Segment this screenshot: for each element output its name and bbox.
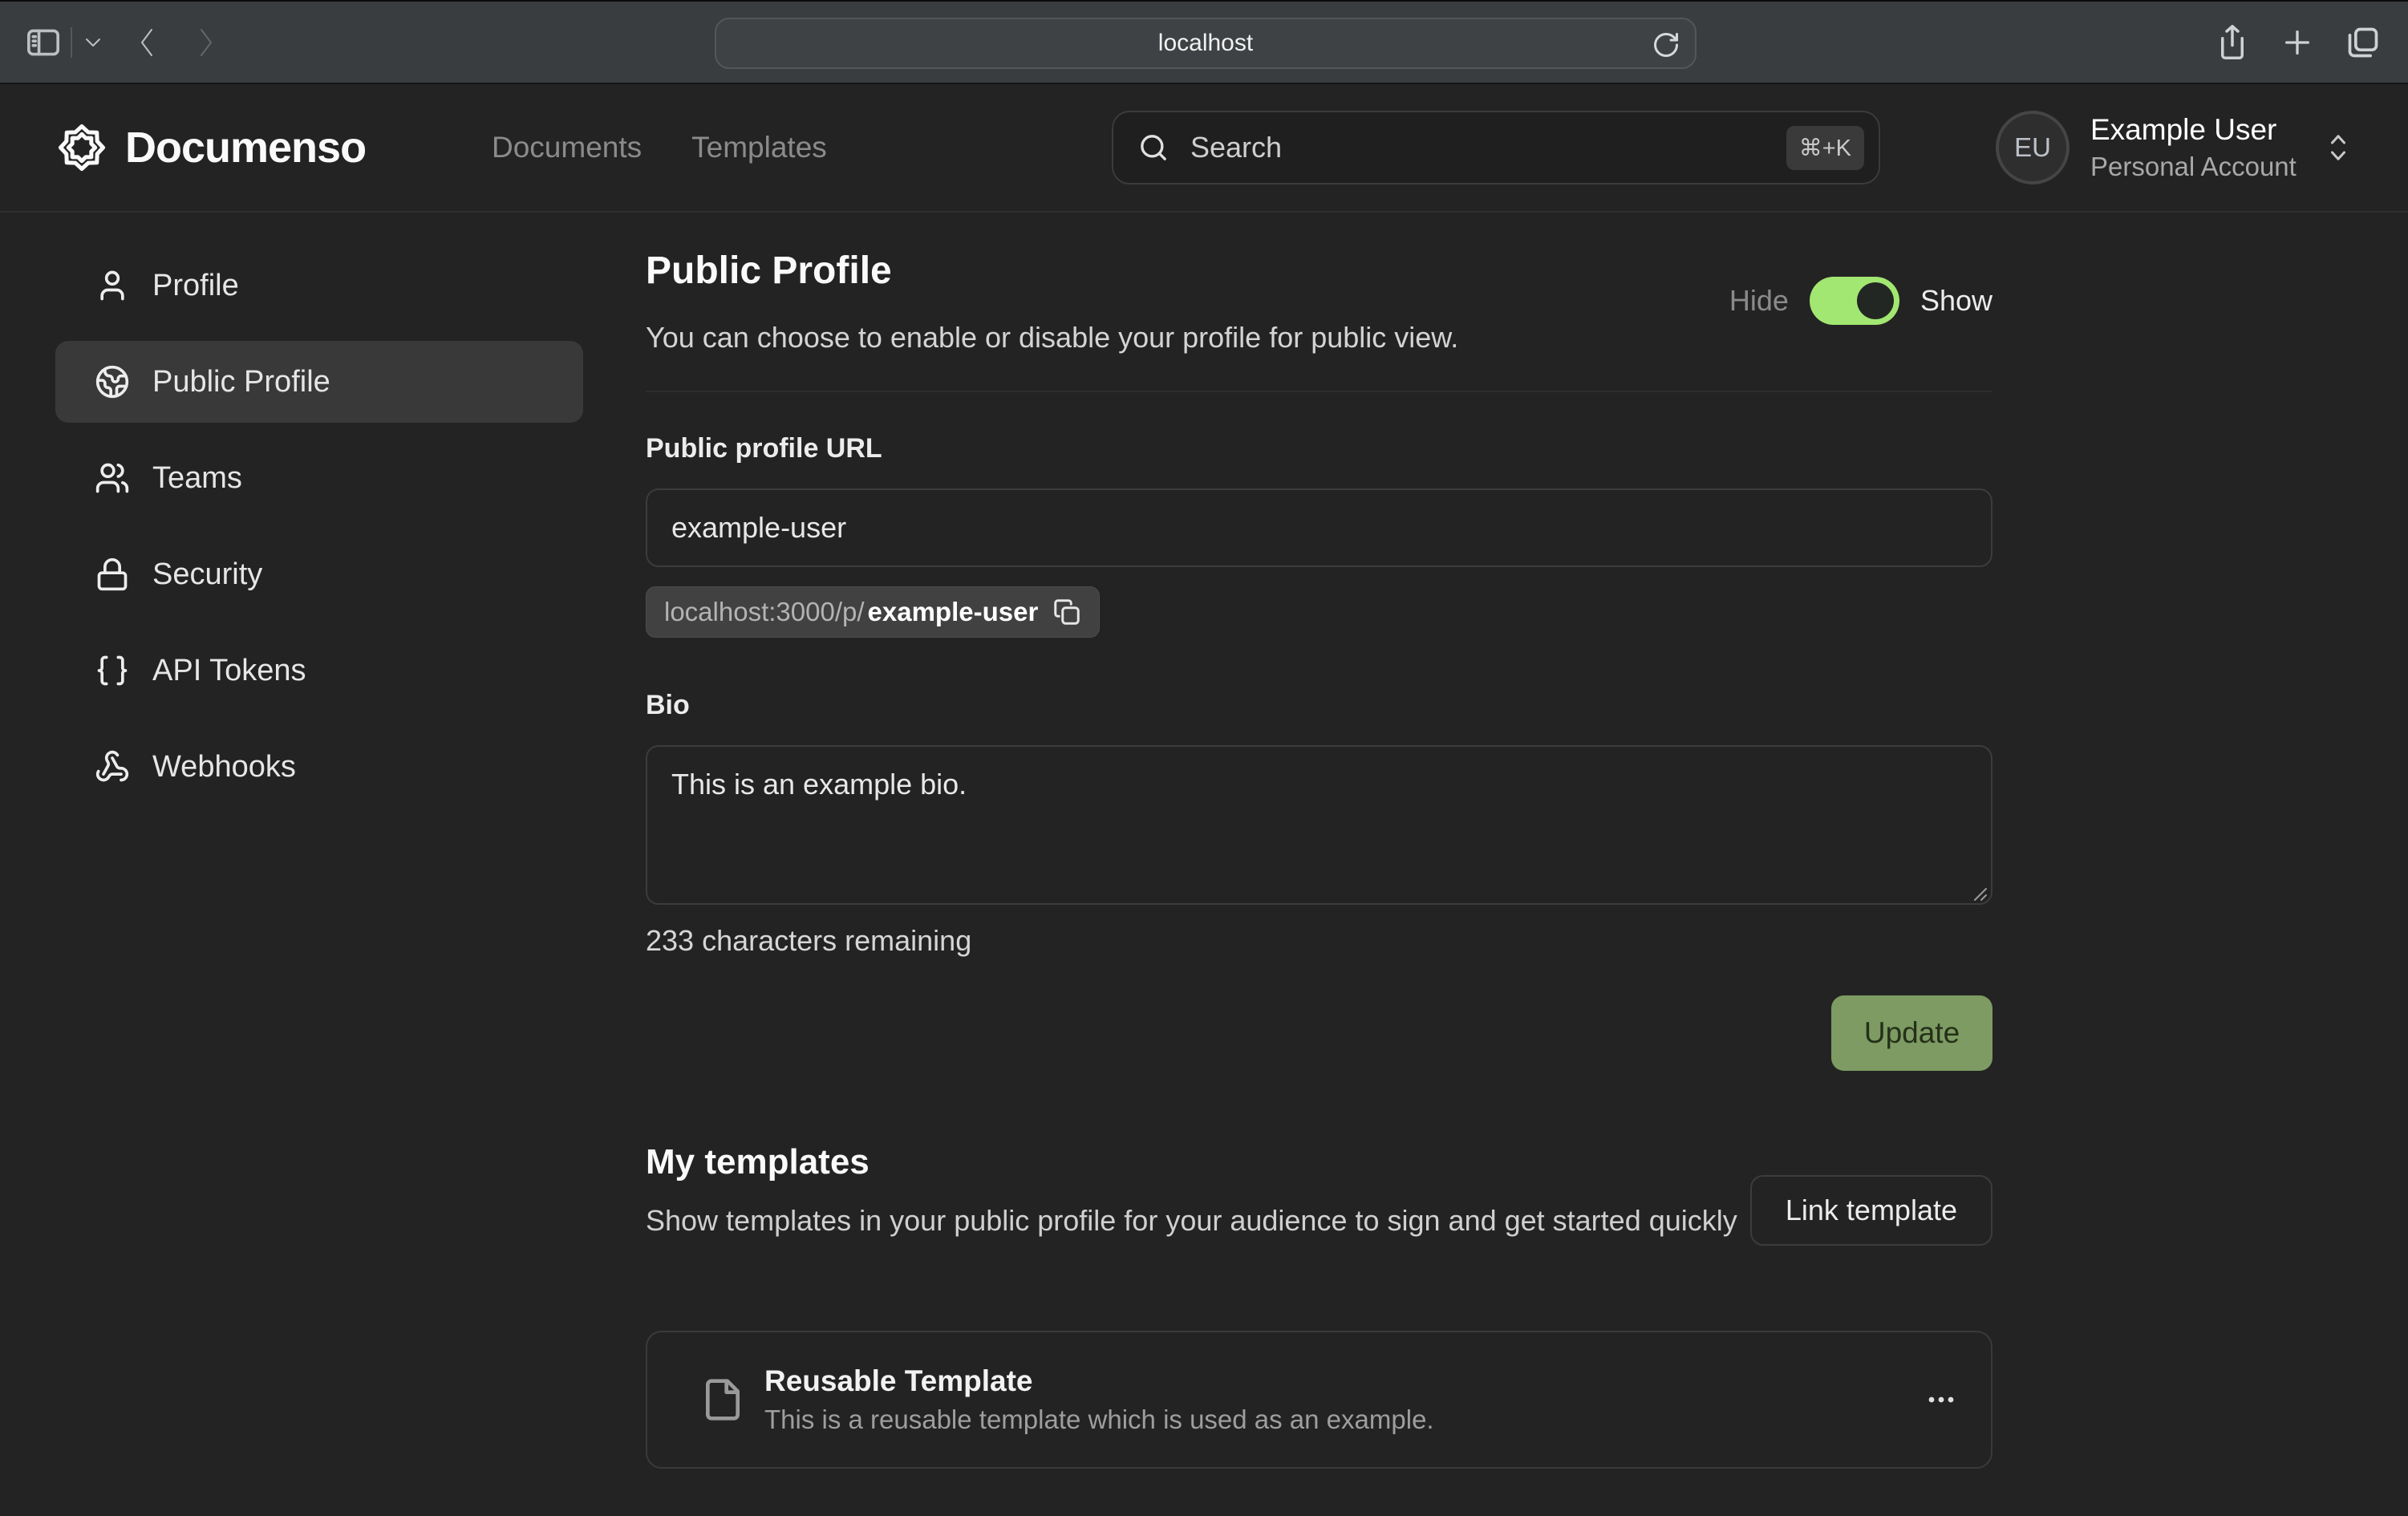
address-bar[interactable]: localhost [715,18,1697,69]
update-button[interactable]: Update [1831,995,1992,1071]
sidebar-item-label: Profile [152,269,239,303]
documenso-logo-icon [58,124,106,172]
search-input[interactable] [1189,130,1786,165]
new-tab-icon[interactable] [2281,26,2313,59]
avatar-initials: EU [2014,132,2051,163]
visibility-toggle-row: Hide Show [1729,277,1992,325]
characters-remaining: 233 characters remaining [646,924,971,958]
user-menu[interactable]: EU Example User Personal Account [1996,111,2353,184]
bio-textarea[interactable]: This is an example bio. [646,745,1992,905]
reload-icon[interactable] [1652,30,1680,59]
ellipsis-menu-icon[interactable] [1922,1380,1960,1419]
user-icon [95,268,130,303]
sidebar-item-webhooks[interactable]: Webhooks [55,726,583,808]
brand-name: Documenso [125,123,366,172]
sidebar-item-label: Teams [152,461,242,496]
show-label: Show [1920,284,1992,318]
template-description: This is a reusable template which is use… [764,1405,1434,1435]
search-shortcut-badge: ⌘+K [1786,126,1864,170]
chevrons-up-down-icon [2324,130,2353,165]
sidebar-item-teams[interactable]: Teams [55,437,583,519]
sidebar-item-label: API Tokens [152,654,306,688]
template-name: Reusable Template [764,1364,1434,1398]
public-profile-url-input[interactable] [646,488,1992,567]
profile-url-preview-chip[interactable]: localhost:3000/p/ example-user [646,586,1100,638]
sidebar-item-security[interactable]: Security [55,533,583,615]
page-title: Public Profile [646,249,892,293]
user-name: Example User [2090,113,2297,148]
sidebar-item-label: Webhooks [152,750,296,784]
my-templates-description: Show templates in your public profile fo… [646,1200,1769,1242]
bio-field-label: Bio [646,690,690,721]
browser-toolbar: localhost [0,0,2408,84]
sidebar-item-label: Public Profile [152,365,330,399]
sidebar-item-api-tokens[interactable]: API Tokens [55,630,583,711]
main-nav: Documents Templates [492,84,827,211]
browser-window: localhost Documen [0,0,2408,1516]
share-icon[interactable] [2215,23,2249,62]
globe-icon [95,364,130,399]
sidebar-item-public-profile[interactable]: Public Profile [55,341,583,423]
link-template-button[interactable]: Link template [1750,1175,1992,1246]
profile-url-prefix: localhost:3000/p/ [664,597,865,627]
app-header: Documenso Documents Templates ⌘+K EU Exa… [0,84,2408,213]
url-field-label: Public profile URL [646,433,882,464]
nav-documents[interactable]: Documents [492,131,642,164]
sidebar-item-label: Security [152,557,262,592]
nav-templates[interactable]: Templates [691,131,827,164]
tab-overview-icon[interactable] [2345,25,2381,60]
forward-button-icon[interactable] [194,25,218,60]
brand[interactable]: Documenso [58,84,366,211]
sidebar-chevron-down-icon[interactable] [83,36,103,49]
sidebar-toggle-icon[interactable] [26,26,61,59]
search-icon [1137,132,1170,164]
search-bar[interactable]: ⌘+K [1112,111,1880,184]
toggle-knob [1857,282,1894,319]
braces-icon [95,653,130,688]
hide-label: Hide [1729,284,1789,318]
page-subtitle: You can choose to enable or disable your… [646,321,1458,355]
back-button-icon[interactable] [135,25,159,60]
my-templates-title: My templates [646,1142,870,1182]
address-bar-url: localhost [1158,30,1253,57]
toolbar-divider [71,27,72,58]
template-card[interactable]: Reusable Template This is a reusable tem… [646,1331,1992,1469]
textarea-resize-handle[interactable] [1970,884,1988,902]
settings-sidebar: Profile Public Profile Teams Security AP… [55,245,583,822]
profile-url-slug: example-user [868,597,1039,627]
file-icon [700,1377,745,1422]
avatar: EU [1996,111,2070,184]
profile-visibility-toggle[interactable] [1810,277,1899,325]
users-icon [95,460,130,496]
webhook-icon [95,749,130,784]
section-divider [646,391,1992,392]
lock-icon [95,557,130,592]
user-account-type: Personal Account [2090,152,2297,182]
sidebar-item-profile[interactable]: Profile [55,245,583,326]
copy-icon[interactable] [1052,598,1081,626]
